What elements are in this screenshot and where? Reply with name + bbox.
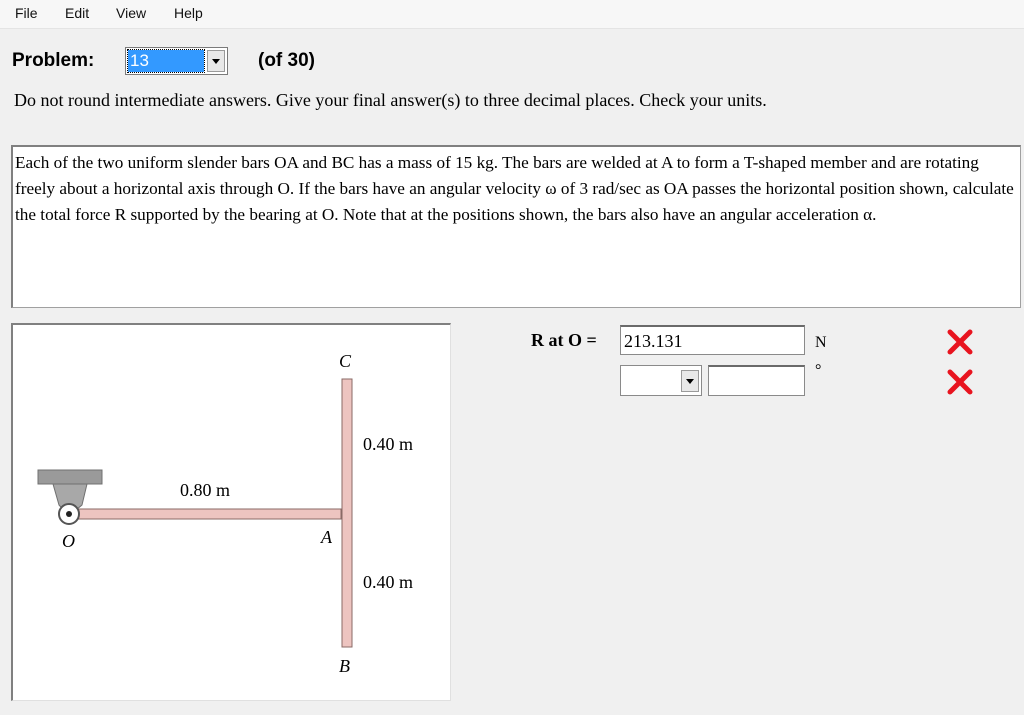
problem-select[interactable]: 13 (125, 47, 228, 75)
label-A: A (320, 527, 333, 547)
problem-select-value: 13 (127, 49, 205, 73)
incorrect-x-icon (947, 369, 973, 395)
bar-BC (341, 378, 353, 648)
t-bar-diagram: C 0.40 m 0.80 m A O 0.40 m B (37, 351, 413, 676)
dim-OA: 0.80 m (180, 480, 230, 500)
menu-edit[interactable]: Edit (65, 5, 89, 21)
ceiling-support (37, 469, 103, 485)
problem-label: Problem: (12, 50, 95, 71)
menu-view[interactable]: View (116, 5, 146, 21)
answer-label: R at O = (531, 330, 597, 350)
dim-AB: 0.40 m (363, 572, 413, 592)
label-O: O (62, 531, 75, 551)
chevron-down-icon (212, 58, 220, 64)
menu-help[interactable]: Help (174, 5, 203, 21)
direction-dropdown-button[interactable] (681, 370, 699, 392)
angle-input[interactable] (708, 365, 805, 396)
problem-count: (of 30) (258, 50, 315, 71)
menu-bar: File Edit View Help (0, 0, 1024, 29)
problem-statement: Each of the two uniform slender bars OA … (11, 145, 1021, 308)
force-magnitude-input[interactable]: 213.131 (620, 325, 805, 355)
figure-panel: C 0.40 m 0.80 m A O 0.40 m B (11, 323, 451, 701)
direction-select[interactable] (620, 365, 702, 396)
bar-OA (68, 508, 342, 520)
chevron-down-icon (686, 378, 694, 384)
label-B: B (339, 656, 350, 676)
angle-unit: ° (815, 362, 822, 379)
dim-AC: 0.40 m (363, 434, 413, 454)
force-unit: N (815, 334, 827, 351)
pivot-center (66, 511, 72, 517)
menu-file[interactable]: File (15, 5, 38, 21)
incorrect-x-icon (947, 329, 973, 355)
problem-dropdown-button[interactable] (207, 50, 225, 72)
instructions-text: Do not round intermediate answers. Give … (14, 90, 767, 110)
label-C: C (339, 351, 352, 371)
